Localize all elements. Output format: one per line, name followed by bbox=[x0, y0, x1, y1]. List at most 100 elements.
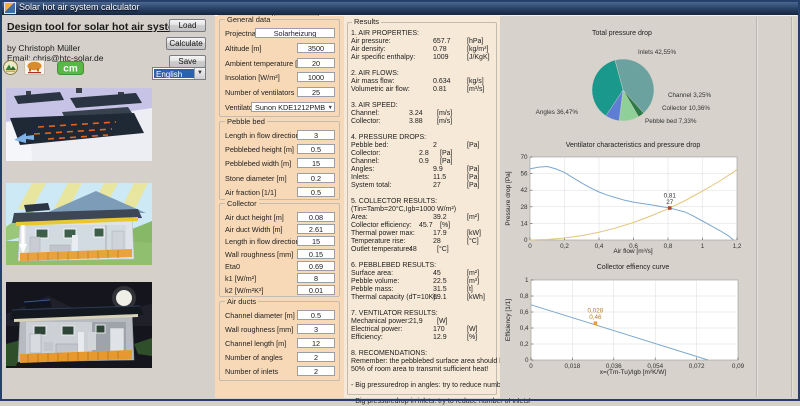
author-line: by Christoph Müller bbox=[7, 43, 80, 53]
elephant-logo bbox=[24, 60, 45, 75]
result-line: 2. AIR FLOWS: bbox=[351, 70, 498, 78]
calculate-button[interactable]: Calculate bbox=[166, 37, 206, 50]
input-wall-roughness-mm[interactable]: 3 bbox=[297, 324, 335, 334]
svg-text:0: 0 bbox=[525, 357, 529, 364]
input-number-of-ventilators[interactable]: 25 bbox=[297, 87, 335, 97]
app-window: { "window": { "title": "Solar hot air sy… bbox=[0, 0, 800, 401]
chevron-down-icon[interactable]: ▼ bbox=[328, 103, 333, 112]
input-ambient-temperature-c[interactable]: 20 bbox=[297, 58, 335, 68]
input-wall-roughness-mm[interactable]: 0.15 bbox=[297, 249, 335, 259]
input-pebblebed-width-m[interactable]: 15 bbox=[297, 158, 335, 168]
input-pebblebed-height-m[interactable]: 0.5 bbox=[297, 144, 335, 154]
svg-text:1: 1 bbox=[701, 243, 705, 250]
input-projectname[interactable]: Solarheizung bbox=[255, 28, 335, 38]
result-line: Remember: the pebblebed surface area sho… bbox=[351, 358, 498, 366]
svg-text:Total pressure drop: Total pressure drop bbox=[592, 30, 652, 37]
input-insolation-w-m[interactable]: 1000 bbox=[297, 72, 335, 82]
field-label: Altitude [m] bbox=[225, 44, 262, 53]
result-line: 1. AIR PROPERTIES: bbox=[351, 30, 498, 38]
chevron-down-icon[interactable]: ▼ bbox=[194, 68, 205, 79]
svg-text:1,2: 1,2 bbox=[733, 243, 742, 250]
input-channel-length-m[interactable]: 12 bbox=[297, 338, 335, 348]
result-line: Air mass flow:0.634[kg/s] bbox=[351, 78, 498, 86]
operating-point-marker bbox=[668, 206, 672, 210]
result-line: 4. PRESSURE DROPS: bbox=[351, 134, 498, 142]
input-stone-diameter-m[interactable]: 0.2 bbox=[297, 173, 335, 183]
input-air-duct-height-m[interactable]: 0.08 bbox=[297, 212, 335, 222]
input-row: Channel diameter [m]0.5 bbox=[220, 310, 339, 324]
input-row: Channel length [m]12 bbox=[220, 338, 339, 352]
input-eta0[interactable]: 0.69 bbox=[297, 261, 335, 271]
svg-text:0: 0 bbox=[524, 237, 528, 244]
load-button[interactable]: Load bbox=[169, 19, 206, 32]
input-row: Length in flow direction [m]3 bbox=[220, 130, 339, 144]
result-line: Area:39.2[m²] bbox=[351, 214, 498, 222]
svg-text:0,8: 0,8 bbox=[664, 243, 673, 250]
roof-collector-render bbox=[6, 88, 152, 161]
input-row: Eta0 0.69 bbox=[220, 261, 339, 273]
result-line bbox=[351, 390, 498, 398]
group-collector: CollectorAir duct height [m]0.08Air duct… bbox=[219, 203, 340, 297]
field-label: Air duct height [m] bbox=[225, 213, 284, 222]
input-row: Number of inlets2 bbox=[220, 366, 339, 380]
result-line bbox=[351, 374, 498, 382]
field-label: Number of angles bbox=[225, 353, 283, 362]
input-row: Insolation [W/m²] 1000 bbox=[220, 72, 339, 87]
field-label: Channel diameter [m] bbox=[225, 311, 295, 320]
input-row: Number of ventilators25 bbox=[220, 87, 339, 102]
field-label: Eta0 bbox=[225, 262, 240, 271]
input-air-fraction-1-1[interactable]: 0.5 bbox=[297, 187, 335, 197]
result-line bbox=[351, 126, 498, 134]
svg-text:Collector effiency curve: Collector effiency curve bbox=[597, 264, 670, 271]
svg-text:0,2: 0,2 bbox=[560, 243, 569, 250]
svg-text:Angles 36,47%: Angles 36,47% bbox=[536, 109, 579, 116]
input-row: Number of angles 2 bbox=[220, 352, 339, 366]
result-line bbox=[351, 190, 498, 198]
results-lines: 1. AIR PROPERTIES:Air pressure:657.7[hPa… bbox=[351, 30, 498, 406]
result-line: Channel:0.9[Pa] bbox=[351, 158, 498, 166]
result-line: Thermal capacity (dT=10K):69.1[kWh] bbox=[351, 294, 498, 302]
operating-point-marker bbox=[594, 321, 598, 325]
title-bar[interactable]: Solar hot air system calculator bbox=[0, 0, 800, 15]
result-line bbox=[351, 342, 498, 350]
field-label: Ambient temperature [°C] bbox=[225, 59, 307, 68]
input-k2-w-m-k[interactable]: 0.01 bbox=[297, 285, 335, 295]
input-altitude-m[interactable]: 3500 bbox=[297, 43, 335, 53]
group-pebble-bed: Pebble bedLength in flow direction [m]3P… bbox=[219, 121, 340, 200]
input-row: Length in flow direction [m]15 bbox=[220, 236, 339, 248]
field-label: Wall roughness [mm] bbox=[225, 250, 293, 259]
result-line: Collector:3.88[m/s] bbox=[351, 118, 498, 126]
svg-text:0,46: 0,46 bbox=[589, 314, 602, 321]
svg-text:28: 28 bbox=[520, 204, 528, 211]
svg-text:Efficiency [1/1]: Efficiency [1/1] bbox=[505, 299, 512, 341]
svg-text:27: 27 bbox=[666, 199, 674, 206]
result-line: Inlets:11.5[Pa] bbox=[351, 174, 498, 182]
input-channel-diameter-m[interactable]: 0.5 bbox=[297, 310, 335, 320]
input-length-in-flow-direction-m[interactable]: 3 bbox=[297, 130, 335, 140]
input-row: VentilatortypeSunon KDE1212PMB▼ bbox=[220, 102, 339, 117]
result-line: Channel:3.24[m/s] bbox=[351, 110, 498, 118]
emblem-logo bbox=[3, 60, 18, 75]
moon-icon bbox=[116, 290, 132, 306]
svg-text:Pressure drop [Pa]: Pressure drop [Pa] bbox=[505, 171, 512, 225]
input-number-of-angles[interactable]: 2 bbox=[297, 352, 335, 362]
svg-text:0: 0 bbox=[529, 363, 533, 370]
svg-text:0,6: 0,6 bbox=[520, 309, 529, 316]
input-k1-w-m[interactable]: 8 bbox=[297, 273, 335, 283]
result-line: 6. PEBBLEBED RESULTS: bbox=[351, 262, 498, 270]
result-line: 3. AIR SPEED: bbox=[351, 102, 498, 110]
result-line: (Tin=Tamb=20°C,Igb=1000 W/m²) bbox=[351, 206, 498, 214]
input-air-duct-width-m[interactable]: 2.61 bbox=[297, 224, 335, 234]
field-label: Insolation [W/m²] bbox=[225, 73, 280, 82]
input-number-of-inlets[interactable]: 2 bbox=[297, 366, 335, 376]
result-line: Angles:9.9[Pa] bbox=[351, 166, 498, 174]
select-ventilatortype[interactable]: Sunon KDE1212PMB▼ bbox=[251, 102, 335, 112]
app-heading: Design tool for solar hot air systems bbox=[7, 21, 189, 33]
input-row: Ambient temperature [°C]20 bbox=[220, 58, 339, 73]
svg-text:Channel 3,25%: Channel 3,25% bbox=[668, 92, 711, 99]
input-length-in-flow-direction-m[interactable]: 15 bbox=[297, 236, 335, 246]
svg-text:0,8: 0,8 bbox=[520, 293, 529, 300]
svg-text:1: 1 bbox=[525, 277, 529, 284]
language-select[interactable]: English ▼ bbox=[152, 67, 206, 80]
result-line: Pebble mass:31.5[t] bbox=[351, 286, 498, 294]
